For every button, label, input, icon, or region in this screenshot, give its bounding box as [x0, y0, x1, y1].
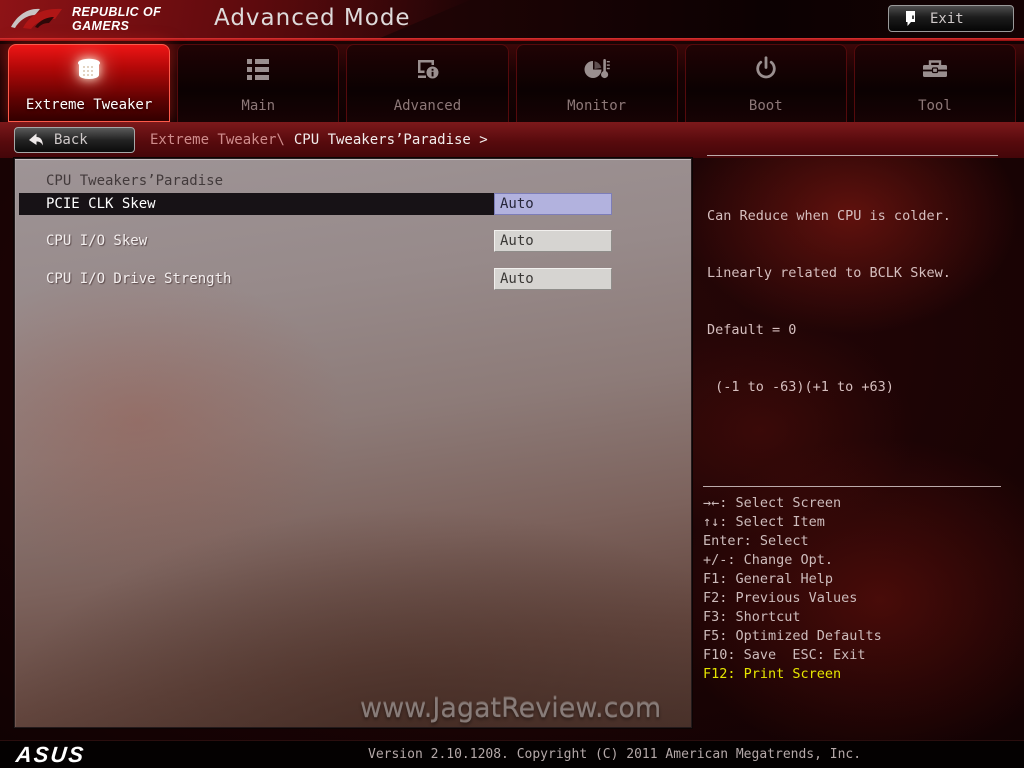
- shortcut-line: →←: Select Screen: [703, 494, 1001, 513]
- tweaker-dial-icon: [9, 54, 169, 84]
- help-line: Linearly related to BCLK Skew.: [707, 264, 998, 283]
- tab-bar: Extreme Tweaker Main: [0, 44, 1024, 122]
- help-divider: [707, 155, 998, 156]
- setting-value-box[interactable]: Auto: [494, 268, 612, 290]
- setting-label: CPU I/O Skew: [19, 230, 494, 252]
- shortcut-line: F3: Shortcut: [703, 608, 1001, 627]
- back-label: Back: [54, 132, 88, 148]
- help-line: (-1 to -63)(+1 to +63): [707, 378, 998, 397]
- shortcut-line: F2: Previous Values: [703, 589, 1001, 608]
- shortcut-line: ↑↓: Select Item: [703, 513, 1001, 532]
- shortcut-line-print-screen: F12: Print Screen: [703, 665, 1001, 684]
- setting-value-box[interactable]: Auto: [494, 230, 612, 252]
- red-separator: [0, 38, 1024, 41]
- shortcut-legend: →←: Select Screen ↑↓: Select Item Enter:…: [703, 486, 1001, 684]
- tab-extreme-tweaker[interactable]: Extreme Tweaker: [8, 44, 170, 122]
- watermark: www.JagatReview.com: [360, 693, 661, 724]
- breadcrumb-parent[interactable]: Extreme Tweaker\: [150, 132, 285, 148]
- section-title: CPU Tweakers’Paradise: [46, 173, 223, 189]
- breadcrumb: Extreme Tweaker\ CPU Tweakers’Paradise >: [150, 122, 488, 158]
- setting-row-cpu-io-skew[interactable]: CPU I/O Skew Auto: [19, 230, 612, 252]
- exit-door-icon: [903, 10, 918, 27]
- power-icon: [686, 54, 846, 84]
- setting-label: PCIE CLK Skew: [19, 193, 494, 215]
- back-arrow-icon: [27, 132, 44, 148]
- setting-row-pcie-clk-skew[interactable]: PCIE CLK Skew Auto: [19, 193, 612, 215]
- setting-row-cpu-io-drive-strength[interactable]: CPU I/O Drive Strength Auto: [19, 268, 612, 290]
- tab-main[interactable]: Main: [177, 44, 339, 122]
- exit-button[interactable]: Exit: [888, 5, 1014, 32]
- brand-text: REPUBLIC OF GAMERS: [72, 5, 161, 33]
- shortcut-line: Enter: Select: [703, 532, 1001, 551]
- tab-monitor[interactable]: Monitor: [516, 44, 678, 122]
- exit-label: Exit: [930, 11, 964, 27]
- shortcut-line: F5: Optimized Defaults: [703, 627, 1001, 646]
- tab-advanced[interactable]: Advanced: [346, 44, 508, 122]
- breadcrumb-current: CPU Tweakers’Paradise >: [294, 132, 488, 148]
- asus-logo: ASUS: [15, 742, 87, 768]
- rog-eye-icon: [10, 2, 64, 36]
- gauge-thermometer-icon: [517, 54, 677, 84]
- version-text: Version 2.10.1208. Copyright (C) 2011 Am…: [368, 747, 861, 762]
- tab-label: Advanced: [347, 98, 507, 114]
- tab-label: Monitor: [517, 98, 677, 114]
- page-title: Advanced Mode: [214, 5, 411, 31]
- settings-panel: CPU Tweakers’Paradise PCIE CLK Skew Auto…: [14, 158, 692, 728]
- tab-boot[interactable]: Boot: [685, 44, 847, 122]
- legend-divider: [703, 486, 1001, 487]
- brand-line2: GAMERS: [72, 19, 161, 33]
- help-line: Can Reduce when CPU is colder.: [707, 207, 998, 226]
- help-line: Default = 0: [707, 321, 998, 340]
- help-panel: Can Reduce when CPU is colder. Linearly …: [707, 155, 998, 435]
- list-icon: [178, 54, 338, 84]
- tab-label: Tool: [855, 98, 1015, 114]
- shortcut-line: +/-: Change Opt.: [703, 551, 1001, 570]
- screen-info-icon: [347, 54, 507, 84]
- tab-label: Extreme Tweaker: [9, 97, 169, 113]
- setting-value-box[interactable]: Auto: [494, 193, 612, 215]
- top-bar: REPUBLIC OF GAMERS Advanced Mode Exit: [0, 0, 1024, 38]
- shortcut-line: F1: General Help: [703, 570, 1001, 589]
- tab-tool[interactable]: Tool: [854, 44, 1016, 122]
- brand-line1: REPUBLIC OF: [72, 5, 161, 19]
- breadcrumb-bar: Back Extreme Tweaker\ CPU Tweakers’Parad…: [0, 122, 1024, 158]
- tab-label: Boot: [686, 98, 846, 114]
- bios-screen: REPUBLIC OF GAMERS Advanced Mode Exit: [0, 0, 1024, 768]
- setting-label: CPU I/O Drive Strength: [19, 268, 494, 290]
- tab-label: Main: [178, 98, 338, 114]
- back-button[interactable]: Back: [14, 127, 135, 153]
- shortcut-line: F10: Save ESC: Exit: [703, 646, 1001, 665]
- toolbox-icon: [855, 54, 1015, 84]
- rog-logo: REPUBLIC OF GAMERS: [10, 2, 161, 36]
- footer-bar: ASUS Version 2.10.1208. Copyright (C) 20…: [0, 740, 1024, 768]
